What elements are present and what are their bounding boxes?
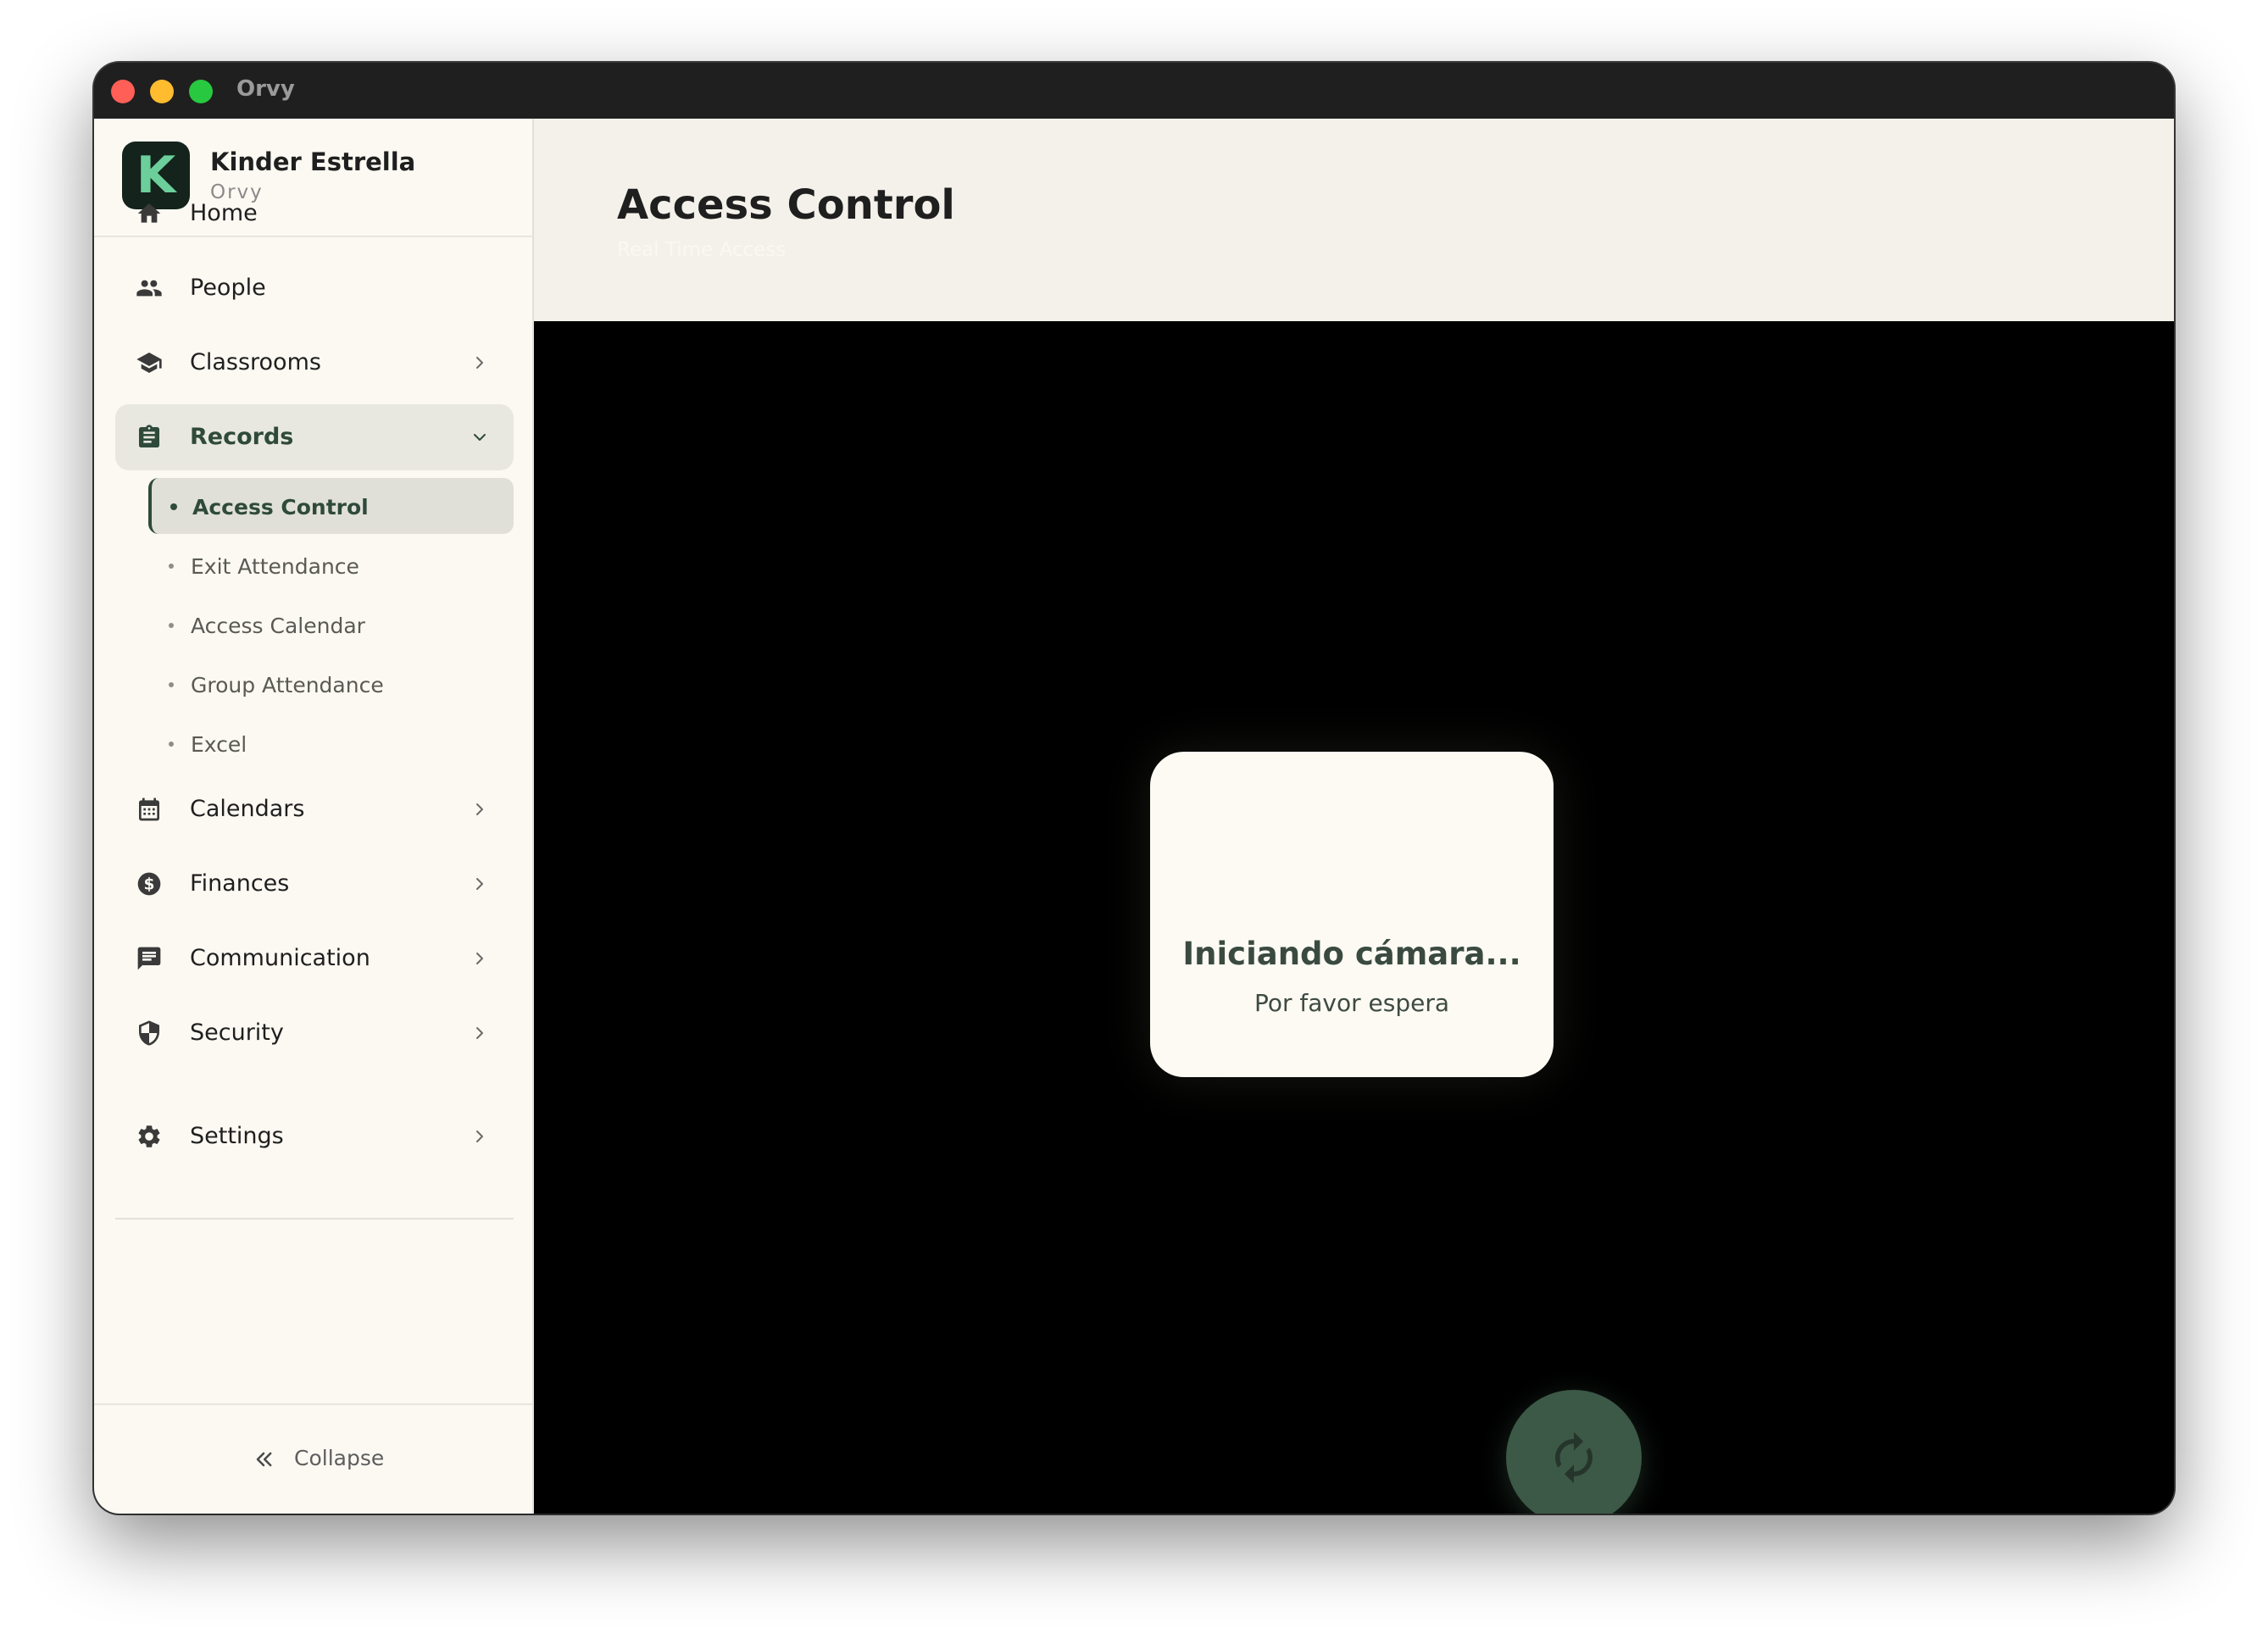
gear-icon: [136, 1123, 163, 1150]
bullet: [170, 503, 177, 510]
sidebar-item-label: Finances: [190, 870, 290, 897]
subitem-excel[interactable]: Excel: [148, 715, 514, 771]
chevron-right-icon: [471, 1128, 488, 1145]
collapse-button[interactable]: Collapse: [94, 1403, 532, 1514]
chevron-down-icon: [471, 429, 488, 446]
close-window-button[interactable]: [111, 80, 135, 103]
chevron-right-icon: [471, 801, 488, 818]
sidebar-item-finances[interactable]: $ Finances: [115, 851, 514, 917]
people-icon: [136, 275, 163, 302]
clipboard-icon: [136, 424, 163, 451]
sidebar-item-label: Security: [190, 1020, 284, 1046]
svg-text:$: $: [144, 876, 155, 894]
shield-icon: [136, 1020, 163, 1047]
refresh-camera-button[interactable]: [1506, 1390, 1642, 1514]
title-bar: Orvy: [94, 63, 2174, 119]
sidebar-item-label: People: [190, 275, 266, 301]
camera-view: Iniciando cámara... Por favor espera: [534, 321, 2174, 1514]
camera-status-card: Iniciando cámara... Por favor espera: [1150, 752, 1554, 1077]
home-icon: [136, 200, 163, 227]
calendar-icon: [136, 796, 163, 823]
chevron-right-icon: [471, 354, 488, 371]
app-window: Orvy K Kinder Estrella Orvy Home People: [94, 63, 2174, 1514]
sidebar-item-home[interactable]: Home: [115, 181, 514, 247]
page-subtitle: Real Time Access: [617, 239, 787, 261]
bullet: [169, 623, 174, 628]
chevron-right-icon: [471, 875, 488, 892]
chevron-right-icon: [471, 1025, 488, 1042]
sidebar-item-label: Settings: [190, 1123, 284, 1149]
collapse-label: Collapse: [294, 1446, 385, 1470]
chat-icon: [136, 945, 163, 972]
camera-status-title: Iniciando cámara...: [1182, 936, 1521, 972]
sidebar-item-label: Communication: [190, 945, 370, 971]
subitem-label: Access Calendar: [191, 614, 365, 638]
sidebar-item-label: Home: [190, 200, 258, 226]
sidebar-item-classrooms[interactable]: Classrooms: [115, 330, 514, 396]
window-title: Orvy: [236, 76, 295, 102]
subitem-label: Access Control: [192, 495, 369, 519]
sidebar-divider: [115, 1218, 514, 1220]
sidebar-item-records[interactable]: Records: [115, 404, 514, 470]
chevron-right-icon: [471, 950, 488, 967]
bullet: [169, 682, 174, 687]
sidebar-item-label: Records: [190, 424, 294, 450]
double-chevron-left-icon: [252, 1447, 275, 1471]
page-header: Access Control Real Time Access: [534, 119, 2174, 321]
maximize-window-button[interactable]: [189, 80, 213, 103]
sidebar-item-people[interactable]: People: [115, 255, 514, 321]
school-icon: [136, 349, 163, 376]
dollar-icon: $: [136, 870, 163, 897]
sidebar-item-settings[interactable]: Settings: [115, 1103, 514, 1170]
page-title: Access Control: [617, 181, 955, 229]
subitem-label: Excel: [191, 732, 247, 757]
sidebar-item-label: Calendars: [190, 796, 305, 822]
minimize-window-button[interactable]: [150, 80, 174, 103]
subitem-label: Group Attendance: [191, 673, 384, 697]
sidebar: K Kinder Estrella Orvy Home People Class…: [94, 119, 534, 1514]
subitem-exit-attendance[interactable]: Exit Attendance: [148, 537, 514, 593]
sidebar-item-security[interactable]: Security: [115, 1000, 514, 1066]
bullet: [169, 564, 174, 569]
subitem-access-calendar[interactable]: Access Calendar: [148, 597, 514, 653]
school-name: Kinder Estrella: [210, 147, 416, 176]
sidebar-item-calendars[interactable]: Calendars: [115, 776, 514, 842]
sidebar-item-label: Classrooms: [190, 349, 321, 375]
subitem-group-attendance[interactable]: Group Attendance: [148, 656, 514, 712]
subitem-label: Exit Attendance: [191, 554, 359, 579]
bullet: [169, 742, 174, 747]
camera-status-subtitle: Por favor espera: [1254, 989, 1450, 1017]
refresh-icon: [1555, 1431, 1593, 1484]
sidebar-item-communication[interactable]: Communication: [115, 925, 514, 992]
subitem-access-control[interactable]: Access Control: [148, 478, 514, 534]
